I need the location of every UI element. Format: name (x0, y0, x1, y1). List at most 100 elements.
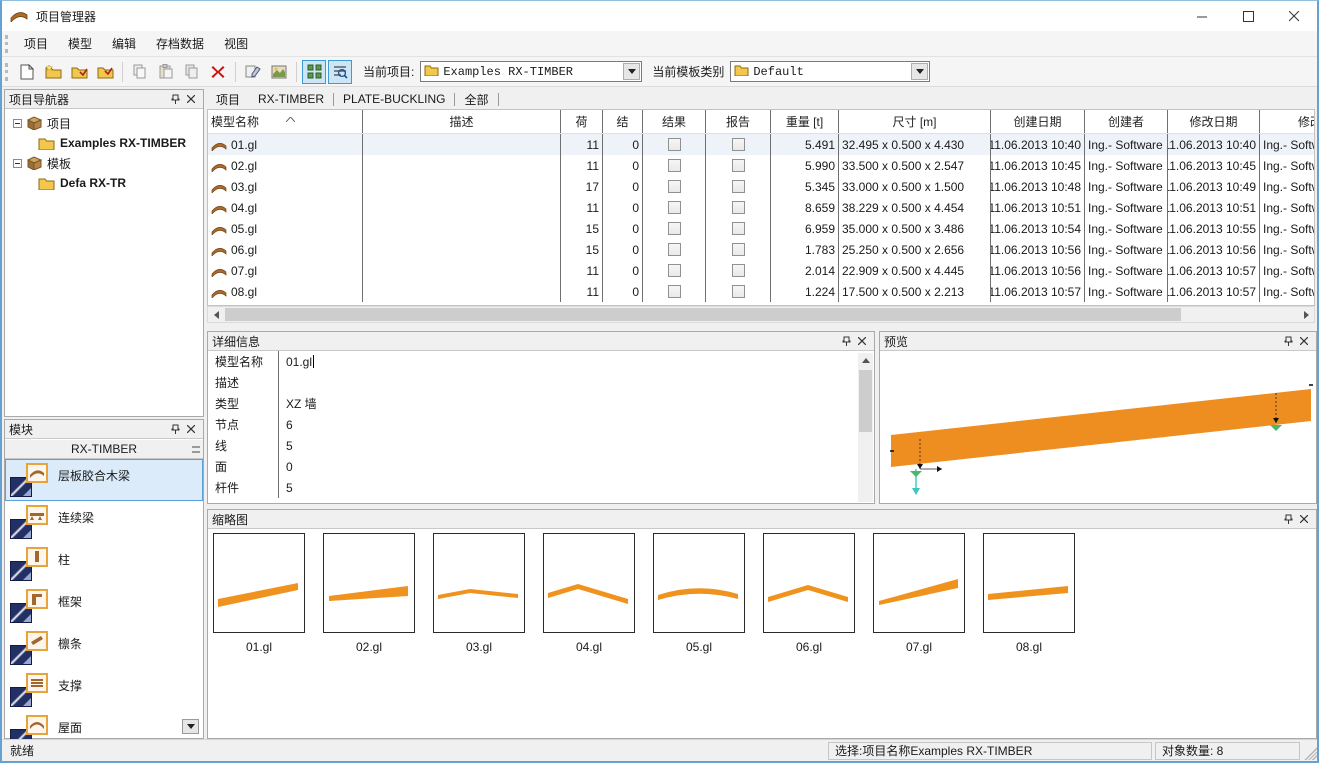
results-checkbox[interactable] (668, 222, 681, 235)
report-checkbox[interactable] (732, 222, 745, 235)
tab-project[interactable]: 项目 (207, 89, 249, 110)
column-header-size[interactable]: 尺寸 [m] (839, 110, 991, 133)
column-header-weight[interactable]: 重量 [t] (771, 110, 839, 133)
detail-value[interactable]: 6 (278, 414, 874, 435)
module-purlin[interactable]: 檩条 (5, 627, 203, 669)
pin-icon[interactable] (167, 92, 183, 106)
thumbnail-view-toggle[interactable] (302, 60, 326, 84)
column-header-report[interactable]: 报告 (706, 110, 771, 133)
table-row[interactable]: 01.gl 11 0 5.491 32.495 x 0.500 x 4.430 … (208, 134, 1314, 155)
module-glulam-beam[interactable]: 层板胶合木梁 (5, 459, 203, 501)
thumbnail-04[interactable]: 04.gl (543, 533, 653, 654)
pin-icon[interactable] (167, 422, 183, 436)
module-frame[interactable]: 框架 (5, 585, 203, 627)
delete-button[interactable] (206, 60, 230, 84)
detail-value[interactable]: 0 (278, 456, 874, 477)
report-checkbox[interactable] (732, 264, 745, 277)
details-vertical-scrollbar[interactable] (858, 353, 873, 502)
column-header-modified[interactable]: 修改日期 (1168, 110, 1260, 133)
report-checkbox[interactable] (732, 285, 745, 298)
scrollbar-thumb[interactable] (225, 308, 1181, 321)
detail-value[interactable]: XZ 墙 (278, 393, 874, 414)
preview-beam-canvas[interactable] (880, 351, 1316, 502)
template-category-combo[interactable]: Default (730, 61, 930, 82)
results-checkbox[interactable] (668, 243, 681, 256)
menu-view[interactable]: 视图 (214, 32, 258, 55)
tab-all[interactable]: 全部 (455, 89, 497, 110)
detail-value[interactable]: 5 (278, 435, 874, 456)
column-header-name[interactable]: 模型名称 (208, 110, 363, 133)
report-checkbox[interactable] (732, 201, 745, 214)
menu-project[interactable]: 项目 (14, 32, 58, 55)
chevron-down-icon[interactable] (911, 63, 928, 80)
close-icon[interactable] (183, 92, 199, 106)
close-icon[interactable] (854, 334, 870, 348)
thumbnail-02[interactable]: 02.gl (323, 533, 433, 654)
tree-node-projects[interactable]: 项目 (7, 113, 201, 133)
menu-model[interactable]: 模型 (58, 32, 102, 55)
collapse-icon[interactable] (13, 159, 22, 168)
duplicate-button[interactable] (180, 60, 204, 84)
close-icon[interactable] (183, 422, 199, 436)
table-row[interactable]: 03.gl 17 0 5.345 33.000 x 0.500 x 1.500 … (208, 176, 1314, 197)
properties-button[interactable] (267, 60, 291, 84)
pin-icon[interactable] (1280, 512, 1296, 526)
column-header-loadcases[interactable]: 荷 (561, 110, 603, 133)
close-icon[interactable] (1296, 334, 1312, 348)
column-header-results[interactable]: 结果 (643, 110, 706, 133)
table-horizontal-scrollbar[interactable] (207, 306, 1315, 323)
scrollbar-thumb[interactable] (859, 370, 872, 432)
results-checkbox[interactable] (668, 285, 681, 298)
detail-value[interactable]: 01.gl (286, 355, 312, 369)
column-header-creator[interactable]: 创建者 (1085, 110, 1168, 133)
module-bracing[interactable]: 支撑 (5, 669, 203, 711)
thumbnail-03[interactable]: 03.gl (433, 533, 543, 654)
report-checkbox[interactable] (732, 138, 745, 151)
report-checkbox[interactable] (732, 243, 745, 256)
module-continuous-beam[interactable]: 连续梁 (5, 501, 203, 543)
module-group-header[interactable]: RX-TIMBER (5, 439, 203, 459)
pin-icon[interactable] (1280, 334, 1296, 348)
column-header-combinations[interactable]: 结 (603, 110, 643, 133)
connect-project-button[interactable] (93, 60, 117, 84)
current-project-combo[interactable]: Examples RX-TIMBER (420, 61, 642, 82)
table-row[interactable]: 07.gl 11 0 2.014 22.909 x 0.500 x 4.445 … (208, 260, 1314, 281)
table-row[interactable]: 04.gl 11 0 8.659 38.229 x 0.500 x 4.454 … (208, 197, 1314, 218)
paste-button[interactable] (154, 60, 178, 84)
copy-button[interactable] (128, 60, 152, 84)
thumbnail-01[interactable]: 01.gl (213, 533, 323, 654)
scroll-right-button[interactable] (1298, 307, 1314, 322)
column-header-description[interactable]: 描述 (363, 110, 561, 133)
results-checkbox[interactable] (668, 201, 681, 214)
chevron-down-icon[interactable] (623, 63, 640, 80)
details-view-toggle[interactable] (328, 60, 352, 84)
scroll-down-button[interactable] (182, 719, 199, 734)
report-checkbox[interactable] (732, 180, 745, 193)
tree-node-examples-rx-timber[interactable]: Examples RX-TIMBER (7, 133, 201, 153)
scroll-left-button[interactable] (208, 307, 224, 322)
results-checkbox[interactable] (668, 138, 681, 151)
table-row[interactable]: 02.gl 11 0 5.990 33.500 x 0.500 x 2.547 … (208, 155, 1314, 176)
collapse-icon[interactable] (13, 119, 22, 128)
module-column[interactable]: 柱 (5, 543, 203, 585)
table-row[interactable]: 05.gl 15 0 6.959 35.000 x 0.500 x 3.486 … (208, 218, 1314, 239)
close-button[interactable] (1271, 1, 1317, 31)
resize-grip[interactable] (1303, 742, 1317, 760)
minimize-button[interactable] (1179, 1, 1225, 31)
tree-node-default-template[interactable]: Defa RX-TR (7, 173, 201, 193)
maximize-button[interactable] (1225, 1, 1271, 31)
detail-value[interactable]: 5 (278, 477, 874, 498)
results-checkbox[interactable] (668, 180, 681, 193)
new-model-button[interactable] (15, 60, 39, 84)
tab-plate-buckling[interactable]: PLATE-BUCKLING (334, 90, 454, 108)
column-header-modifier[interactable]: 修改者 (1260, 110, 1315, 133)
thumbnail-05[interactable]: 05.gl (653, 533, 763, 654)
thumbnail-08[interactable]: 08.gl (983, 533, 1093, 654)
thumbnail-06[interactable]: 06.gl (763, 533, 873, 654)
results-checkbox[interactable] (668, 264, 681, 277)
menu-archive-data[interactable]: 存档数据 (146, 32, 214, 55)
pin-icon[interactable] (838, 334, 854, 348)
table-row[interactable]: 06.gl 15 0 1.783 25.250 x 0.500 x 2.656 … (208, 239, 1314, 260)
tab-rx-timber[interactable]: RX-TIMBER (249, 90, 333, 108)
detail-value[interactable] (278, 372, 874, 393)
